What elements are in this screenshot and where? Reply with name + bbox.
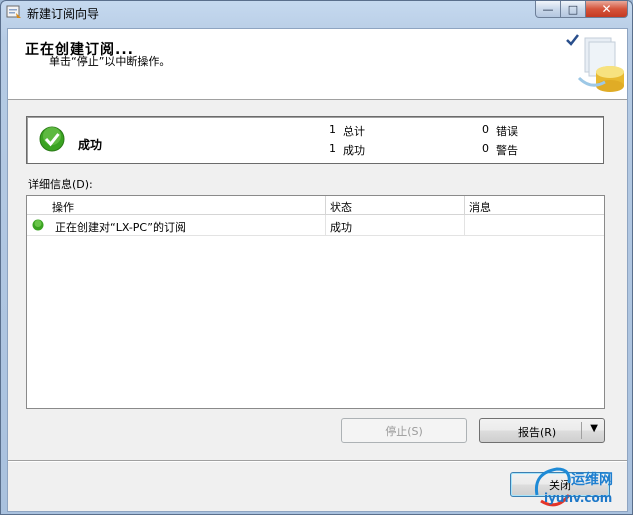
close-icon: ✕ [601, 2, 612, 16]
success-label: 成功 [343, 144, 365, 157]
minimize-icon: — [542, 2, 554, 16]
details-grid[interactable]: 操作 状态 消息 正在创建对“LX-PC”的订阅 成功 [26, 195, 605, 409]
watermark-brand: 运维网 [571, 472, 613, 488]
footer-divider [8, 460, 627, 462]
warning-count: 0 [482, 142, 489, 155]
dialog-body: 正在创建订阅... 单击“停止”以中断操作。 成功 1 总计 0 错误 1 成功… [7, 28, 628, 512]
result-summary: 成功 1 总计 0 错误 1 成功 0 警告 [26, 116, 604, 164]
row-status: 成功 [330, 221, 352, 234]
window-controls: — □ ✕ [535, 1, 628, 18]
maximize-button[interactable]: □ [561, 1, 586, 18]
page-subtitle: 单击“停止”以中断操作。 [49, 55, 171, 68]
wizard-header: 正在创建订阅... 单击“停止”以中断操作。 [8, 29, 627, 100]
table-row[interactable]: 正在创建对“LX-PC”的订阅 成功 [27, 215, 604, 236]
success-count: 1 [329, 142, 336, 155]
watermark-logo: 运维网 iyunv.com [527, 463, 627, 513]
total-label: 总计 [343, 125, 365, 138]
grid-header: 操作 状态 消息 [27, 196, 604, 215]
dropdown-arrow-icon[interactable]: ▼ [590, 423, 598, 434]
error-label: 错误 [496, 125, 518, 138]
column-header-status[interactable]: 状态 [330, 199, 352, 215]
wizard-window: 新建订阅向导 — □ ✕ 正在创建订阅... 单击“停止”以中断操作。 成功 1… [0, 0, 633, 515]
column-header-action[interactable]: 操作 [52, 199, 74, 215]
title-bar[interactable]: 新建订阅向导 — □ ✕ [1, 1, 632, 23]
column-divider[interactable] [325, 196, 326, 214]
publication-database-icon [566, 34, 624, 92]
row-divider [325, 215, 326, 235]
warning-label: 警告 [496, 144, 518, 157]
stop-button[interactable]: 停止(S) [341, 418, 467, 443]
wizard-icon [6, 5, 21, 18]
success-check-icon [39, 126, 65, 152]
minimize-button[interactable]: — [535, 1, 561, 18]
close-window-button[interactable]: ✕ [586, 1, 628, 18]
error-count: 0 [482, 123, 489, 136]
maximize-icon: □ [567, 2, 579, 16]
details-label: 详细信息(D): [28, 178, 93, 191]
watermark-url: iyunv.com [544, 491, 613, 505]
report-button-label: 报告(R) [518, 426, 557, 439]
overall-status: 成功 [78, 138, 103, 152]
success-check-icon [32, 219, 44, 231]
row-divider [464, 215, 465, 235]
column-divider[interactable] [464, 196, 465, 214]
split-divider [581, 422, 582, 439]
window-title: 新建订阅向导 [27, 7, 100, 21]
stop-button-label: 停止(S) [385, 424, 423, 438]
row-action: 正在创建对“LX-PC”的订阅 [55, 221, 187, 234]
column-header-message[interactable]: 消息 [469, 199, 491, 215]
report-button[interactable]: 报告(R) ▼ [479, 418, 605, 443]
total-count: 1 [329, 123, 336, 136]
